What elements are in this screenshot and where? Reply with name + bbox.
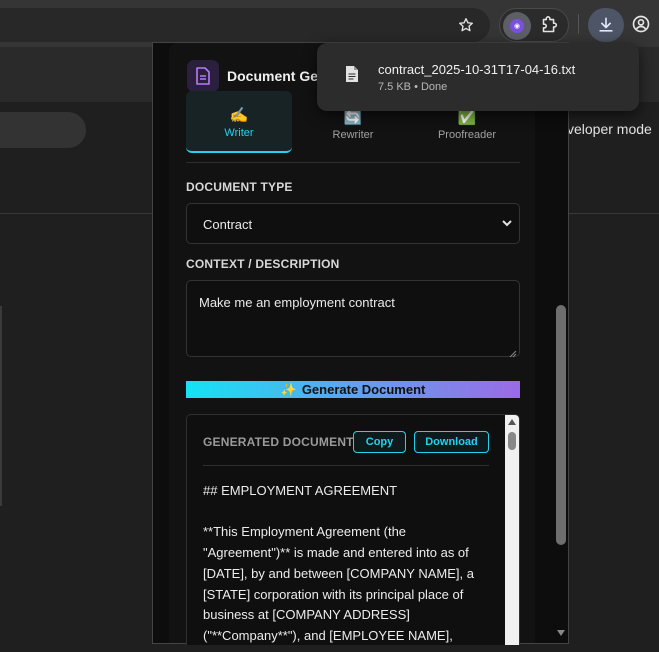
scroll-up-icon[interactable] [508,419,516,425]
popup-scrollbar[interactable] [554,43,568,643]
download-document-button[interactable]: Download [414,431,489,453]
context-value: Make me an employment contract [199,295,395,310]
download-bubble: contract_2025-10-31T17-04-16.txt 7.5 KB … [317,43,639,111]
bookmark-star-icon[interactable] [455,14,477,36]
generate-button-label: Generate Document [301,382,426,397]
document-paragraph: **This Employment Agreement (the "Agreem… [203,524,474,643]
context-textarea[interactable]: Make me an employment contract [186,280,520,358]
scroll-down-icon[interactable] [557,630,565,636]
copy-button[interactable]: Copy [353,431,406,453]
tab-writer[interactable]: ✍️ Writer [186,91,292,153]
page-side-card [0,306,2,506]
tab-label: Writer [224,127,254,139]
download-file-name[interactable]: contract_2025-10-31T17-04-16.txt [378,62,575,77]
document-type-value: Contract [203,217,253,232]
tab-label: Rewriter [332,129,374,141]
download-file-meta: 7.5 KB • Done [378,81,448,93]
sparkles-icon: ✨ [280,381,297,397]
extension-popup: Document Gen ✍️ Writer 🔄 Rewriter ✅ Proo… [152,42,569,645]
puzzle-icon[interactable] [538,15,560,37]
document-text: ## EMPLOYMENT AGREEMENT **This Employmen… [203,481,493,645]
tab-label: Proofreader [437,129,497,141]
output-scroll-thumb[interactable] [508,432,516,450]
file-icon [345,65,359,83]
resize-grip-icon[interactable] [509,346,517,358]
browser-toolbar: ◉ [0,0,659,47]
document-icon [187,60,219,92]
chevron-down-icon [501,217,513,229]
document-type-label: DOCUMENT TYPE [186,180,293,194]
context-label: CONTEXT / DESCRIPTION [186,257,340,271]
generated-document-panel: GENERATED DOCUMENT Copy Download ## EMPL… [186,414,520,645]
generate-document-button[interactable]: ✨ Generate Document [186,381,520,398]
document-paragraph: ## EMPLOYMENT AGREEMENT [203,483,398,498]
output-scrollbar[interactable] [505,415,519,645]
document-generator-extension-icon[interactable]: ◉ [503,12,531,40]
output-divider [203,465,489,466]
generated-document-heading: GENERATED DOCUMENT [203,435,354,449]
document-type-select[interactable]: Contract [186,203,520,244]
toolbar-separator [578,14,579,34]
profile-icon[interactable] [631,14,653,36]
address-bar[interactable] [0,8,490,42]
writing-hand-icon: ✍️ [229,107,249,124]
developer-mode-label[interactable]: veloper mode [567,121,652,137]
app-title: Document Gen [227,68,327,84]
popup-scroll-thumb[interactable] [556,305,566,545]
download-icon[interactable] [588,8,624,42]
page-search-field[interactable] [0,112,86,148]
tab-divider [186,162,520,163]
extensions-group: ◉ [499,8,569,42]
